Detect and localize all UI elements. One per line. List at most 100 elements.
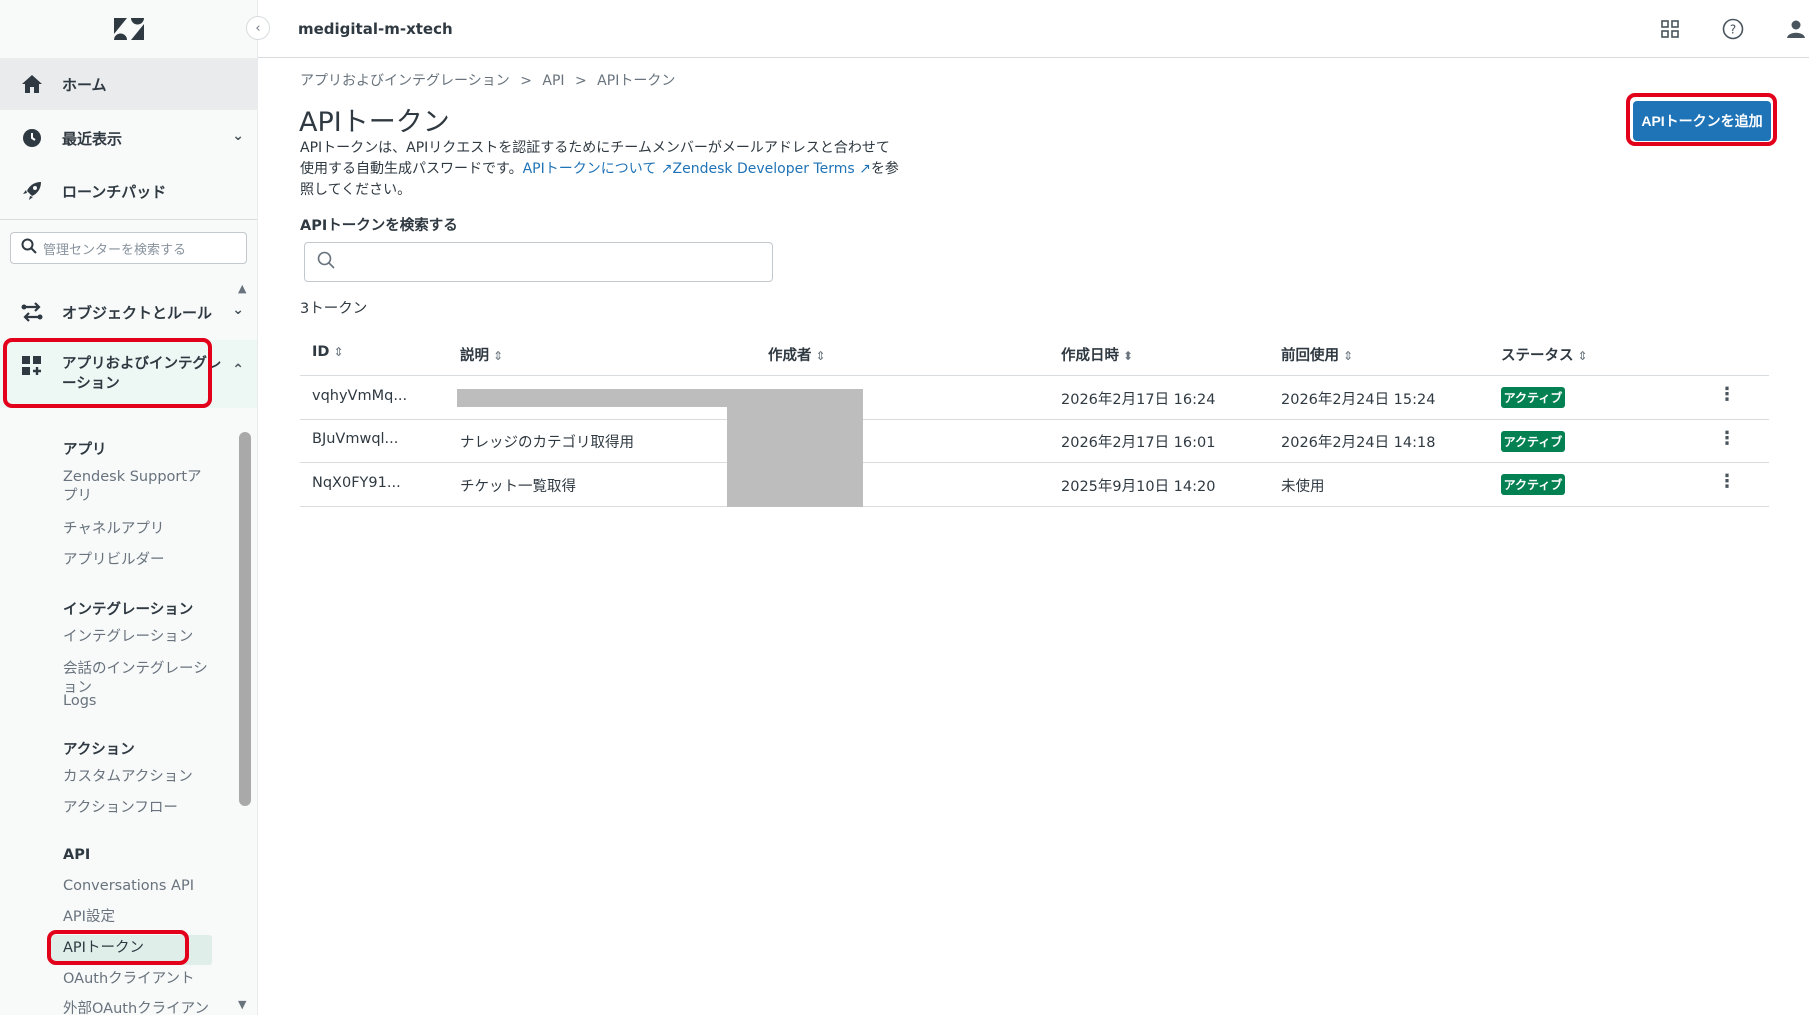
column-header-creator-label: 作成者: [768, 348, 812, 364]
column-header-id-label: ID: [312, 344, 330, 360]
clock-icon: [20, 126, 44, 150]
sidebar-item-external-oauth-clients[interactable]: 外部OAuthクライアント: [63, 1000, 213, 1015]
sidebar-divider: [0, 219, 257, 220]
scroll-down-arrow-icon[interactable]: ▼: [238, 998, 246, 1011]
zendesk-logo-icon: [113, 18, 144, 40]
sidebar-item-conversations-api[interactable]: Conversations API: [63, 877, 213, 896]
search-label: APIトークンを検索する: [300, 218, 458, 234]
table-divider: [300, 375, 1769, 376]
external-link-icon: ↗: [859, 161, 871, 177]
sidebar-collapse-button[interactable]: ‹: [246, 16, 270, 40]
chevron-down-icon[interactable]: ⌄: [232, 302, 244, 318]
column-header-created-label: 作成日時: [1061, 348, 1119, 364]
column-header-status[interactable]: ステータス ⇕: [1501, 344, 1588, 365]
token-search-input[interactable]: [304, 242, 773, 282]
table-divider: [300, 462, 1769, 463]
token-description: チケット一覧取得: [460, 479, 576, 495]
sidebar-search-placeholder: 管理センターを検索する: [43, 242, 187, 258]
nav-home[interactable]: ホーム: [0, 58, 257, 110]
section-heading-apps: アプリ: [63, 442, 107, 458]
sidebar-item-logs[interactable]: Logs: [63, 692, 213, 711]
nav-apps-label-line1: アプリおよびインテグレ: [62, 356, 222, 372]
row-menu-icon[interactable]: ⋮: [1718, 428, 1736, 449]
column-header-last-used[interactable]: 前回使用 ⇕: [1281, 344, 1353, 365]
token-description: ナレッジのカテゴリ取得用: [460, 435, 634, 451]
status-badge: アクティブ: [1501, 387, 1565, 408]
section-heading-integrations: インテグレーション: [63, 602, 194, 618]
sort-icon: ⇕: [1577, 349, 1588, 363]
home-icon: [20, 72, 44, 96]
breadcrumb-apps[interactable]: アプリおよびインテグレーション: [300, 73, 510, 89]
sidebar-item-action-flows[interactable]: アクションフロー: [63, 799, 213, 818]
token-id: NqX0FY91...: [312, 475, 401, 491]
nav-objects-label: オブジェクトとルール: [62, 303, 213, 322]
page-description: APIトークンは、APIリクエストを認証するためにチームメンバーがメールアドレス…: [300, 138, 900, 201]
scroll-up-arrow-icon[interactable]: ▲: [238, 282, 246, 295]
chevron-left-icon: ‹: [255, 20, 261, 36]
row-menu-icon[interactable]: ⋮: [1718, 384, 1736, 405]
section-heading-api: API: [63, 847, 91, 863]
breadcrumb-separator: >: [520, 73, 532, 89]
sidebar-item-api-tokens[interactable]: APIトークン: [63, 939, 213, 958]
search-icon: [21, 238, 37, 258]
objects-rules-icon: [20, 300, 44, 324]
products-grid-icon[interactable]: [1658, 17, 1682, 41]
chevron-up-icon[interactable]: ⌃: [232, 362, 244, 378]
token-id: vqhyVmMq...: [312, 388, 408, 404]
column-header-last-used-label: 前回使用: [1281, 348, 1339, 364]
column-header-description-label: 説明: [460, 348, 489, 364]
breadcrumb-separator: >: [574, 73, 587, 89]
column-header-status-label: ステータス: [1501, 348, 1574, 364]
zendesk-logo[interactable]: [0, 0, 257, 58]
token-created: 2026年2月17日 16:01: [1061, 435, 1216, 451]
token-id: BJuVmwql...: [312, 431, 399, 447]
sidebar-item-channel-apps[interactable]: チャネルアプリ: [63, 520, 213, 539]
nav-home-label: ホーム: [62, 75, 107, 94]
sidebar-scrollbar-thumb[interactable]: [239, 432, 251, 806]
status-badge: アクティブ: [1501, 431, 1565, 452]
sort-icon: ⇕: [333, 345, 344, 359]
nav-objects-rules[interactable]: オブジェクトとルール ⌄: [0, 286, 257, 338]
token-created: 2025年9月10日 14:20: [1061, 479, 1216, 495]
top-bar: medigital-m-xtech ?: [258, 0, 1809, 58]
sidebar-item-app-builder[interactable]: アプリビルダー: [63, 551, 213, 570]
nav-apps-label: アプリおよびインテグレ ーション: [62, 354, 222, 394]
search-icon: [317, 251, 335, 273]
rocket-icon: [20, 179, 44, 203]
token-created: 2026年2月17日 16:24: [1061, 392, 1216, 408]
sidebar-item-zendesk-support-apps[interactable]: Zendesk Supportアプリ: [63, 468, 213, 506]
developer-terms-link[interactable]: Zendesk Developer Terms: [673, 161, 855, 177]
sort-icon: ⇕: [815, 349, 826, 363]
sort-icon: ⇕: [493, 349, 504, 363]
nav-launchpad[interactable]: ローンチパッド: [0, 165, 257, 217]
column-header-created[interactable]: 作成日時 ⬍: [1061, 344, 1133, 365]
nav-launchpad-label: ローンチパッド: [62, 182, 167, 201]
help-icon[interactable]: ?: [1721, 17, 1745, 41]
breadcrumb-api-tokens: APIトークン: [597, 73, 676, 89]
sort-icon: ⇕: [1343, 349, 1354, 363]
column-header-description[interactable]: 説明 ⇕: [460, 344, 503, 365]
column-header-creator[interactable]: 作成者 ⇕: [768, 344, 826, 365]
page-title: APIトークン: [299, 107, 450, 138]
sidebar-item-custom-actions[interactable]: カスタムアクション: [63, 768, 213, 787]
chevron-down-icon[interactable]: ⌄: [232, 128, 244, 144]
add-api-token-button[interactable]: APIトークンを追加: [1633, 101, 1771, 141]
nav-apps-label-line2: ーション: [62, 376, 120, 392]
sidebar-item-integrations[interactable]: インテグレーション: [63, 628, 213, 647]
row-menu-icon[interactable]: ⋮: [1718, 471, 1736, 492]
external-link-icon: ↗: [660, 161, 673, 177]
user-icon[interactable]: [1784, 17, 1808, 41]
nav-apps-integrations[interactable]: アプリおよびインテグレ ーション ⌃: [0, 340, 257, 408]
nav-recent-label: 最近表示: [62, 129, 123, 148]
sidebar-item-api-settings[interactable]: API設定: [63, 908, 213, 927]
sidebar-search-input[interactable]: 管理センターを検索する: [10, 232, 247, 264]
svg-text:?: ?: [1730, 23, 1736, 37]
status-badge: アクティブ: [1501, 474, 1565, 495]
column-header-id[interactable]: ID ⇕: [312, 344, 344, 360]
sidebar-item-oauth-clients[interactable]: OAuthクライアント: [63, 970, 213, 989]
nav-recent[interactable]: 最近表示 ⌄: [0, 112, 257, 164]
token-count: 3トークン: [300, 301, 368, 317]
breadcrumb-api[interactable]: API: [542, 73, 564, 89]
about-api-tokens-link[interactable]: APIトークンについて: [523, 161, 657, 177]
breadcrumb: アプリおよびインテグレーション > API > APIトークン: [300, 70, 681, 90]
